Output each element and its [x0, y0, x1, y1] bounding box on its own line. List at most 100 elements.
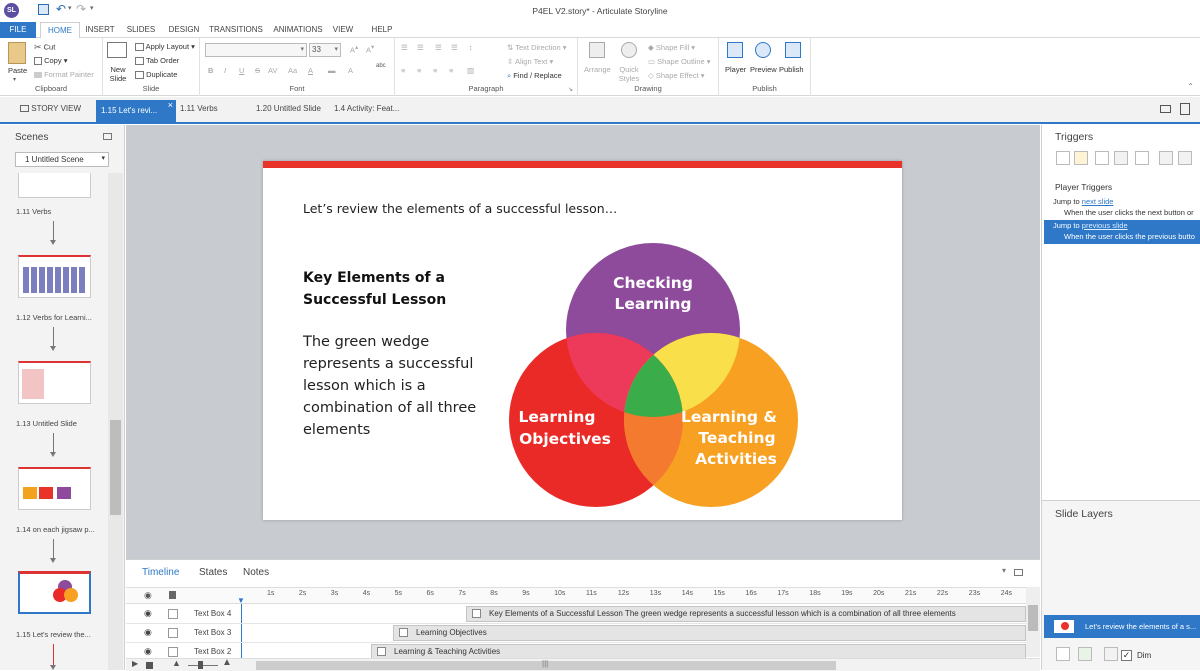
font-size-select[interactable]: 33 ▾ [309, 43, 341, 57]
tab-slides[interactable]: SLIDES [124, 22, 158, 38]
arrange-icon[interactable] [589, 42, 605, 58]
new-layer-icon[interactable] [1056, 647, 1070, 661]
timeline-row[interactable]: ◉ Text Box 2 Learning & Teaching Activit… [126, 643, 1026, 658]
grow-font-icon[interactable]: A▴ [350, 44, 358, 55]
timeline-row[interactable]: ◉ Text Box 3 Learning Objectives [126, 624, 1026, 643]
play-icon[interactable]: ▶ [132, 659, 138, 668]
eye-icon[interactable]: ◉ [144, 608, 152, 619]
quick-styles-button[interactable]: Quick Styles [618, 65, 640, 83]
tab-view[interactable]: VIEW [330, 22, 356, 38]
normal-view-icon[interactable] [1160, 105, 1171, 113]
publish-button[interactable]: Publish [779, 65, 804, 74]
slide-thumb-1-13[interactable] [18, 361, 91, 404]
clear-format-icon[interactable]: A [348, 66, 353, 75]
eye-icon[interactable]: ◉ [144, 646, 152, 657]
scene-dropdown[interactable]: 1 Untitled Scene ▾ [15, 152, 109, 167]
lock-header-icon[interactable] [169, 591, 176, 599]
italic-icon[interactable]: I [224, 66, 226, 75]
tab-slide-1-11[interactable]: 1.11 Verbs [180, 104, 218, 113]
delete-layer-icon[interactable] [1104, 647, 1118, 661]
slide-thumb-1-15[interactable] [18, 571, 91, 614]
row-bar[interactable]: Learning & Teaching Activities [371, 644, 1026, 658]
font-family-select[interactable]: ▾ [205, 43, 307, 57]
duplicate-layer-icon[interactable] [1078, 647, 1092, 661]
visibility-header-icon[interactable]: ◉ [144, 590, 152, 601]
increase-indent-icon[interactable]: ☰ [451, 43, 458, 52]
slide-thumb-1-12[interactable] [18, 255, 91, 298]
copy-trigger-icon[interactable] [1095, 151, 1109, 165]
paste-trigger-icon[interactable] [1114, 151, 1128, 165]
timeline-row[interactable]: ◉ Text Box 4 Key Elements of a Successfu… [126, 605, 1026, 624]
stop-icon[interactable] [146, 662, 153, 669]
lock-checkbox[interactable] [168, 628, 178, 638]
tab-states[interactable]: States [199, 567, 227, 578]
zoom-slider[interactable] [188, 665, 218, 666]
tab-file[interactable]: FILE [0, 22, 36, 38]
close-tab-icon[interactable]: × [168, 94, 173, 116]
arrange-button[interactable]: Arrange [584, 65, 611, 74]
split-view-icon[interactable] [1180, 103, 1190, 115]
paste-dropdown-icon[interactable]: ▾ [13, 76, 16, 83]
spellcheck-icon[interactable]: abc [376, 63, 386, 69]
align-text-button[interactable]: ⇳ Align Text ▾ [507, 57, 553, 66]
slide-intro-text[interactable]: Let’s review the elements of a successfu… [303, 201, 617, 216]
bold-icon[interactable]: B [208, 66, 213, 75]
player-button[interactable]: Player [725, 65, 746, 74]
eye-icon[interactable]: ◉ [144, 627, 152, 638]
format-painter-button[interactable]: Format Painter [34, 70, 94, 79]
shape-fill-button[interactable]: ◆ Shape Fill ▾ [648, 43, 695, 52]
move-down-icon[interactable] [1178, 151, 1192, 165]
new-trigger-icon[interactable] [1056, 151, 1070, 165]
base-layer[interactable]: Let’s review the elements of a s... [1044, 615, 1200, 638]
tab-help[interactable]: HELP [368, 22, 396, 38]
trigger-link[interactable]: previous slide [1082, 221, 1128, 230]
new-slide-icon[interactable] [107, 42, 127, 58]
preview-icon[interactable] [755, 42, 771, 58]
slide-thumb-1-11[interactable] [18, 173, 91, 198]
tab-insert[interactable]: INSERT [84, 22, 116, 38]
trigger-item-selected[interactable]: Jump to previous slide When the user cli… [1044, 220, 1200, 244]
timeline-undock-icon[interactable] [1014, 569, 1023, 576]
zoom-in-icon[interactable]: ▲ [222, 657, 232, 668]
collapse-ribbon-icon[interactable]: ⌃ [1187, 82, 1194, 91]
find-replace-button[interactable]: ⌕ Find / Replace [507, 71, 562, 81]
scenes-scrollbar[interactable] [108, 173, 123, 670]
quick-styles-icon[interactable] [621, 42, 637, 58]
tab-slide-1-20[interactable]: 1.20 Untitled Slide [256, 104, 321, 113]
justify-icon[interactable]: ≡ [449, 66, 453, 75]
strikethrough-icon[interactable]: S [255, 66, 260, 75]
scenes-collapse-icon[interactable] [103, 133, 112, 140]
player-icon[interactable] [727, 42, 743, 58]
row-bar[interactable]: Key Elements of a Successful Lesson The … [466, 606, 1026, 622]
row-bar[interactable]: Learning Objectives [393, 625, 1026, 641]
timeline-menu-icon[interactable]: ▾ [1002, 566, 1006, 575]
decrease-indent-icon[interactable]: ☰ [435, 43, 442, 52]
tab-transitions[interactable]: TRANSITIONS [208, 22, 264, 38]
tab-story-view[interactable]: STORY VIEW [20, 104, 81, 113]
highlight-icon[interactable]: ▬ [328, 66, 336, 75]
align-left-icon[interactable]: ≡ [401, 66, 405, 75]
tab-home[interactable]: HOME [40, 22, 80, 38]
lock-checkbox[interactable] [168, 609, 178, 619]
text-direction-button[interactable]: ⇅ Text Direction ▾ [507, 43, 567, 52]
tab-design[interactable]: DESIGN [166, 22, 202, 38]
slide-body-text[interactable]: The green wedge represents a successful … [303, 331, 488, 441]
numbering-icon[interactable]: ☰ [417, 43, 424, 52]
tab-slide-1-4[interactable]: 1.4 Activity: Feat... [334, 104, 399, 113]
timeline-ruler[interactable]: ◉ 1s 2s 3s 4s 5s 6s 7s 8s 9s 10s 11s 12s 13s 14s 15s 16… [126, 587, 1026, 605]
tab-timeline[interactable]: Timeline [142, 567, 179, 578]
trigger-link[interactable]: next slide [1082, 197, 1114, 206]
tab-animations[interactable]: ANIMATIONS [270, 22, 326, 38]
font-color-icon[interactable]: A [308, 66, 313, 75]
align-center-icon[interactable]: ≡ [417, 66, 421, 75]
tab-notes[interactable]: Notes [243, 567, 269, 578]
tab-order-button[interactable]: Tab Order [135, 56, 179, 66]
duplicate-button[interactable]: Duplicate [135, 70, 177, 80]
scenes-scrollbar-thumb[interactable] [110, 420, 121, 515]
underline-icon[interactable]: U [239, 66, 244, 75]
timeline-vscroll[interactable] [1026, 587, 1040, 657]
copy-button[interactable]: Copy ▾ [34, 56, 67, 66]
line-spacing-icon[interactable]: ↕ [469, 43, 473, 52]
shape-outline-button[interactable]: ▭ Shape Outline ▾ [648, 57, 711, 66]
columns-icon[interactable]: ▥ [467, 66, 474, 75]
